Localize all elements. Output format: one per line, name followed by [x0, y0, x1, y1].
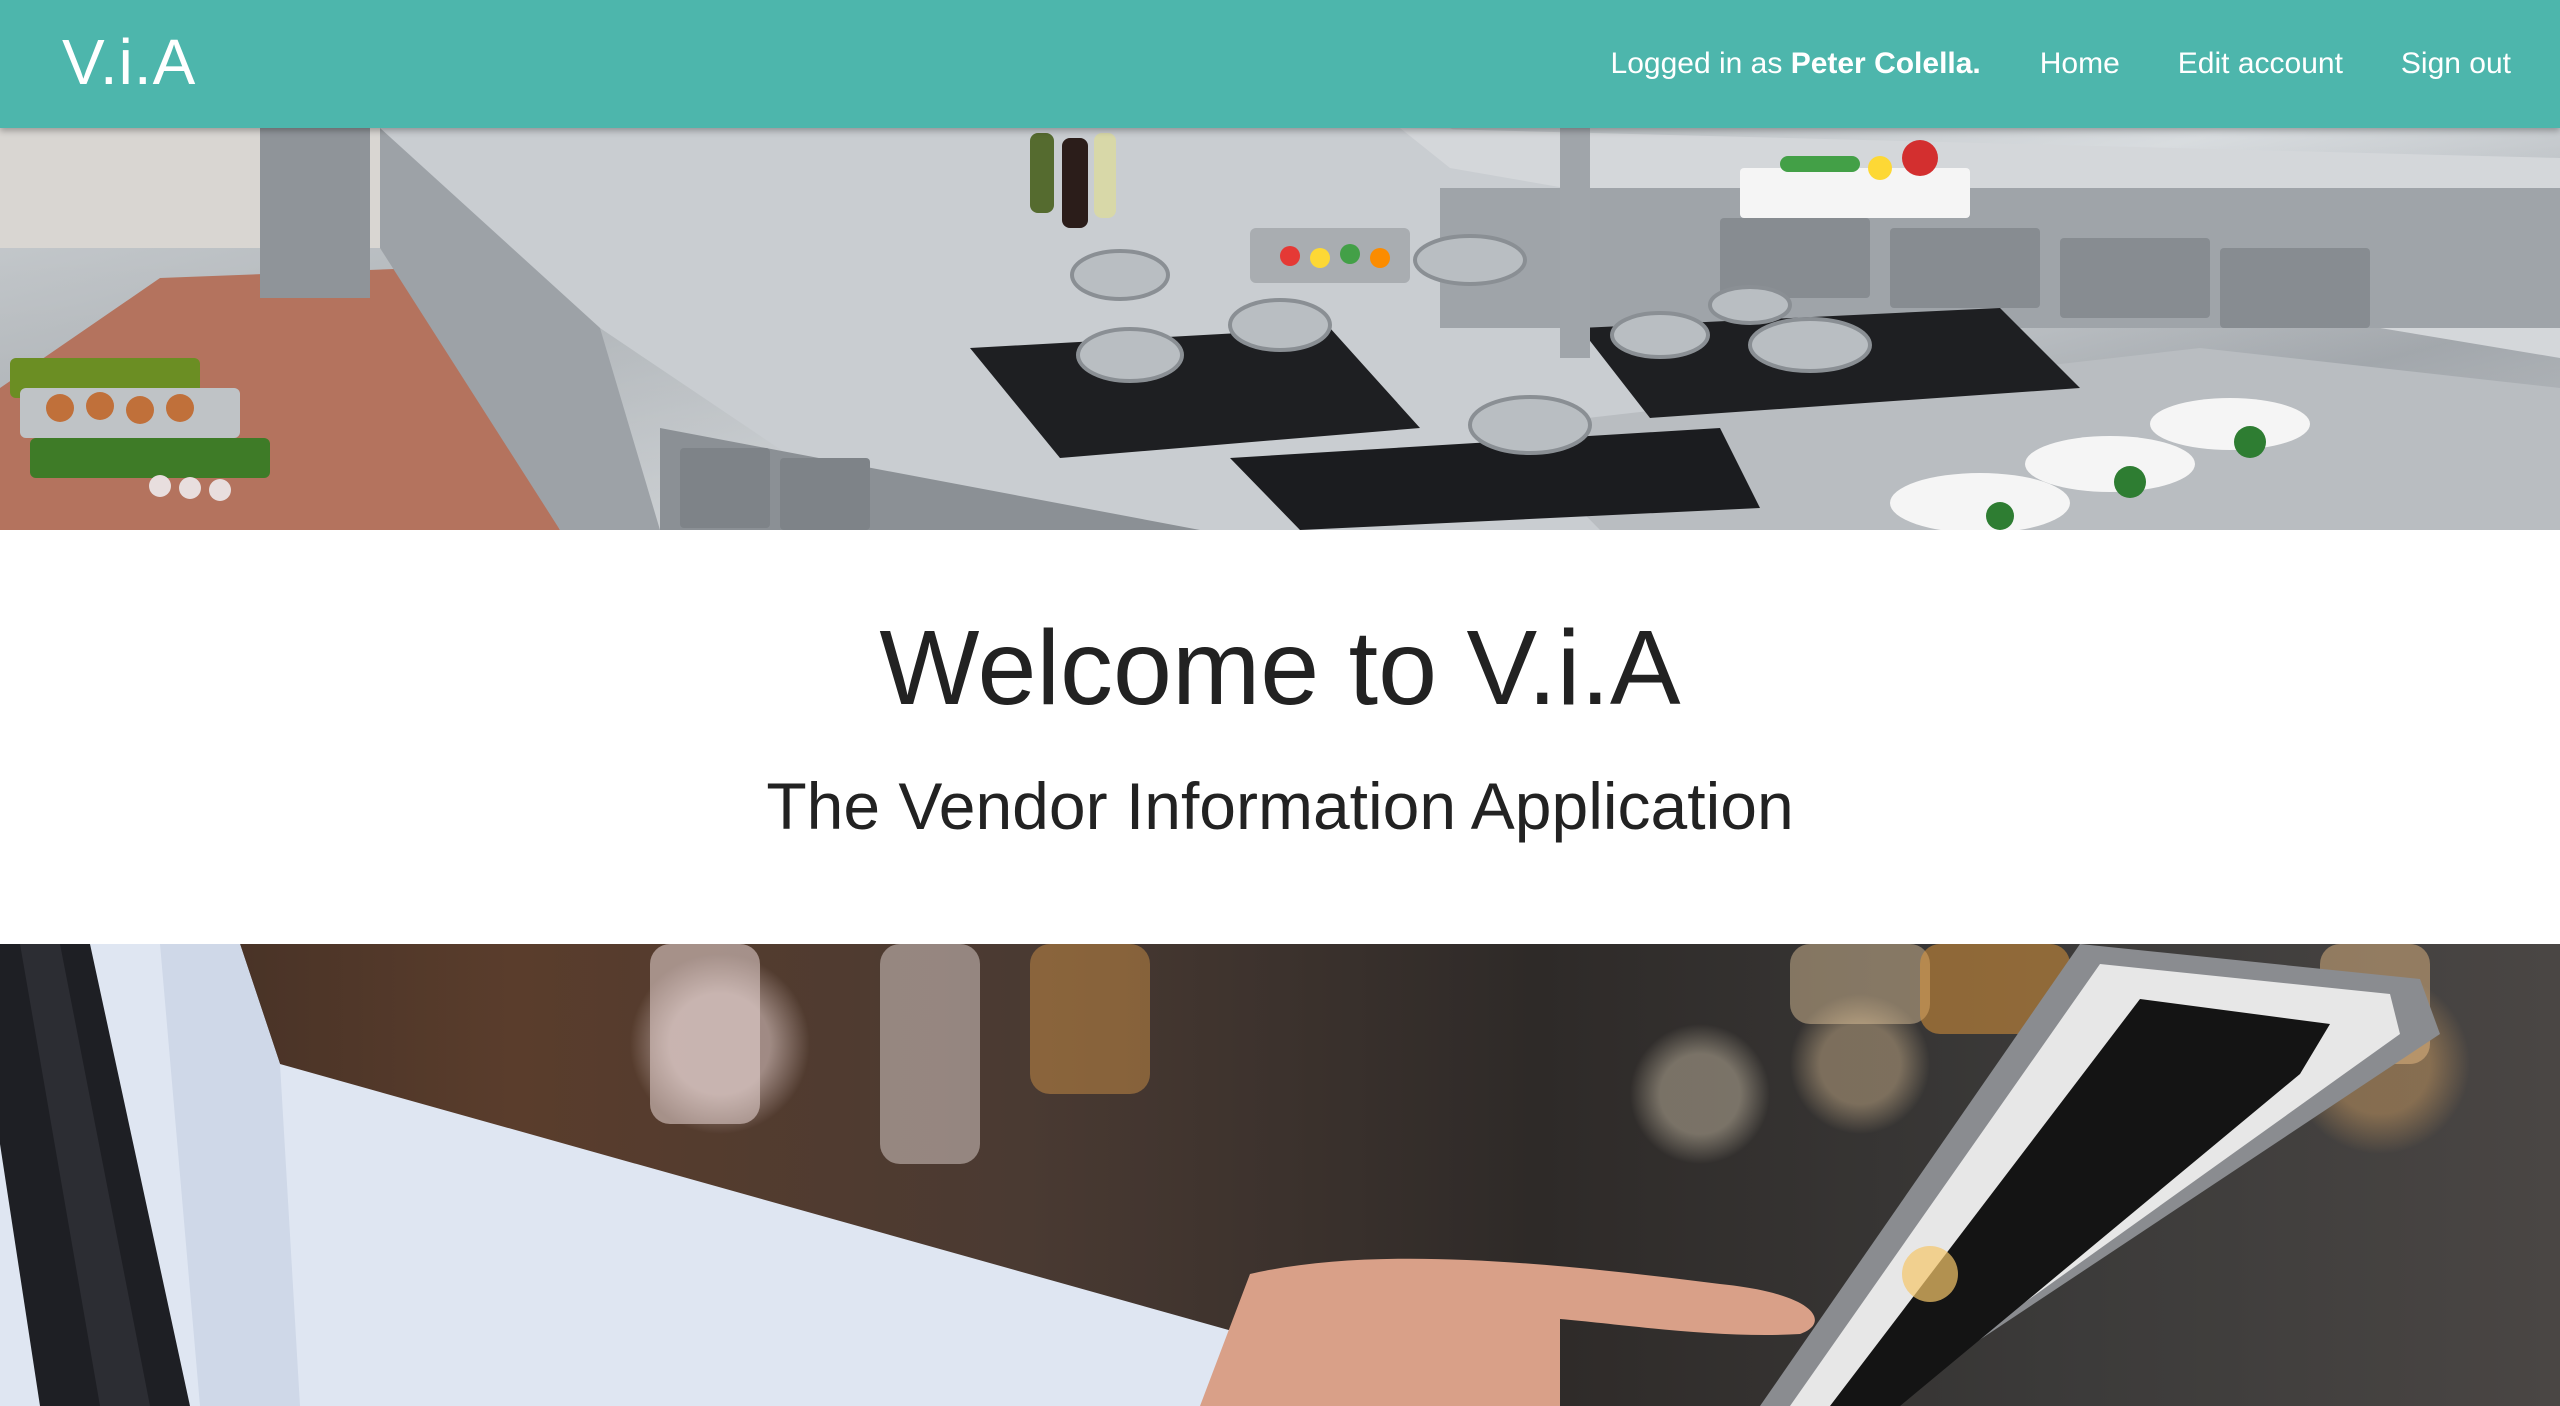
welcome-title: Welcome to V.i.A [879, 609, 1681, 727]
kitchen-hero-image [0, 128, 2560, 530]
nav-link-home[interactable]: Home [2011, 0, 2149, 128]
nav-right: Logged in as Peter Colella. Home Edit ac… [1611, 0, 2540, 128]
nav-link-edit-account[interactable]: Edit account [2149, 0, 2372, 128]
logged-in-status: Logged in as Peter Colella. [1611, 47, 1981, 81]
tablet-illustration [0, 944, 2440, 1406]
welcome-subtitle: The Vendor Information Application [766, 769, 1794, 843]
tablet-hero-image [0, 944, 2560, 1406]
top-navbar: V.i.A Logged in as Peter Colella. Home E… [0, 0, 2560, 128]
kitchen-illustration [0, 128, 2560, 530]
brand-logo-link[interactable]: V.i.A [62, 22, 196, 102]
welcome-section: Welcome to V.i.A The Vendor Information … [0, 530, 2560, 944]
nav-link-sign-out[interactable]: Sign out [2372, 0, 2540, 128]
logged-in-prefix: Logged in as [1610, 47, 1783, 80]
user-name: Peter Colella. [1790, 47, 1981, 80]
